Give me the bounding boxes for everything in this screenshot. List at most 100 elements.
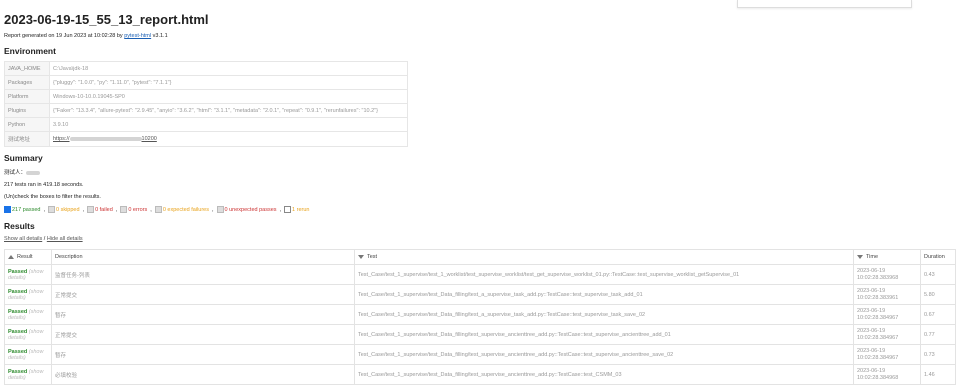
time-cell: 2023-06-19 10:02:28.383968 bbox=[853, 264, 921, 285]
description-cell: 必填校验 bbox=[51, 364, 355, 385]
time-date: 2023-06-19 bbox=[857, 287, 886, 294]
table-row[interactable]: Passed (show details) 暂存 Test_Case/test_1… bbox=[4, 304, 956, 325]
separator: , bbox=[279, 206, 282, 213]
details-label: details) bbox=[8, 314, 26, 321]
col-test[interactable]: Test bbox=[354, 249, 854, 265]
show-all-details-link[interactable]: Show all details bbox=[4, 236, 42, 242]
show-details-link[interactable]: (show bbox=[29, 289, 44, 295]
filter-rerun[interactable]: 1 rerun bbox=[284, 206, 309, 213]
env-row: Packages {"pluggy": "1.0.0", "py": "1.11.… bbox=[4, 75, 408, 90]
filter-errors[interactable]: 0 errors bbox=[120, 206, 147, 213]
details-label: details) bbox=[8, 334, 26, 341]
time-clock: 10:02:28.383968 bbox=[857, 274, 899, 281]
show-details-link[interactable]: (show bbox=[29, 269, 44, 275]
result-cell: Passed (show details) bbox=[4, 264, 52, 285]
separator: , bbox=[82, 206, 85, 213]
time-clock: 10:02:28.384968 bbox=[857, 374, 899, 381]
filter-passed[interactable]: 217 passed bbox=[4, 206, 40, 213]
filter-label: 0 unexpected passes bbox=[224, 206, 277, 213]
result-cell: Passed (show details) bbox=[4, 344, 52, 365]
test-count: 217 tests ran in 419.18 seconds. bbox=[4, 182, 84, 188]
time-date: 2023-06-19 bbox=[857, 267, 886, 274]
description-cell: 监督任务-列表 bbox=[51, 264, 355, 285]
filter-label: 217 passed bbox=[12, 206, 41, 213]
filter-xpassed[interactable]: 0 unexpected passes bbox=[216, 206, 277, 213]
results-heading: Results bbox=[4, 221, 35, 231]
col-time[interactable]: Time bbox=[853, 249, 921, 265]
separator: , bbox=[150, 206, 152, 213]
test-cell: Test_Case/test_1_supervise/test_Data_fil… bbox=[354, 344, 854, 365]
time-clock: 10:02:28.384967 bbox=[857, 334, 899, 341]
table-row[interactable]: Passed (show details) 正常提交 Test_Case/test… bbox=[4, 324, 956, 345]
env-row: Python 3.9.10 bbox=[4, 117, 408, 132]
separator: , bbox=[43, 206, 45, 213]
redacted-blur bbox=[69, 136, 142, 141]
description-cell: 正常提交 bbox=[51, 284, 355, 305]
test-address-link[interactable]: https:// 10200 bbox=[53, 136, 157, 142]
filter-label: 0 skipped bbox=[55, 206, 80, 213]
time-clock: 10:02:28.383961 bbox=[857, 294, 899, 301]
time-cell: 2023-06-19 10:02:28.384967 bbox=[853, 324, 921, 345]
generated-by: by bbox=[116, 33, 123, 39]
result-filters: 217 passed, 0 skipped, 0 failed, 0 error… bbox=[4, 206, 952, 213]
filter-xfailed[interactable]: 0 expected failures bbox=[154, 206, 209, 213]
generated-line: Report generated on 19 Jun 2023 at 10:02… bbox=[4, 33, 952, 39]
table-row[interactable]: Passed (show details) 暂存 Test_Case/test_1… bbox=[4, 344, 956, 365]
time-clock: 10:02:28.384967 bbox=[857, 314, 899, 321]
checkbox-icon[interactable] bbox=[216, 206, 224, 213]
env-row: Plugins {"Faker": "13.3.4", "allure-pytes… bbox=[4, 103, 408, 118]
details-label: details) bbox=[8, 294, 26, 301]
environment-heading: Environment bbox=[4, 46, 56, 56]
summary-heading: Summary bbox=[4, 153, 43, 163]
checkbox-icon[interactable] bbox=[284, 206, 292, 213]
checkbox-icon[interactable] bbox=[87, 206, 95, 213]
env-value: 3.9.10 bbox=[49, 117, 408, 132]
separator: , bbox=[212, 206, 214, 213]
sort-icon bbox=[358, 254, 364, 259]
table-row[interactable]: Passed (show details) 监督任务-列表 Test_Case/t… bbox=[4, 264, 956, 285]
filter-hint: (Un)check the boxes to filter the result… bbox=[4, 194, 101, 200]
col-duration[interactable]: Duration bbox=[920, 249, 956, 265]
show-details-link[interactable]: (show bbox=[29, 329, 44, 335]
dropdown-panel bbox=[737, 0, 912, 8]
show-details-link[interactable]: (show bbox=[29, 349, 44, 355]
env-value: {"Faker": "13.3.4", "allure-pytest": "2.… bbox=[49, 103, 408, 118]
page-title: 2023-06-19-15_55_13_report.html bbox=[4, 12, 209, 27]
duration-cell: 0.43 bbox=[920, 264, 956, 285]
separator: , bbox=[115, 206, 118, 213]
env-key: 测试地址 bbox=[4, 131, 50, 147]
description-cell: 暂存 bbox=[51, 344, 355, 365]
pytest-html-link[interactable]: pytest-html bbox=[124, 33, 151, 39]
test-cell: Test_Case/test_1_supervise/test_1_workli… bbox=[354, 264, 854, 285]
filter-failed[interactable]: 0 failed bbox=[87, 206, 113, 213]
checkbox-icon[interactable] bbox=[47, 206, 55, 213]
table-row[interactable]: Passed (show details) 正常提交 Test_Case/test… bbox=[4, 284, 956, 305]
result-cell: Passed (show details) bbox=[4, 304, 52, 325]
details-label: details) bbox=[8, 354, 26, 361]
show-details-link[interactable]: (show bbox=[29, 369, 44, 375]
details-label: details) bbox=[8, 274, 26, 281]
result-cell: Passed (show details) bbox=[4, 324, 52, 345]
url-prefix: https:// bbox=[53, 136, 70, 142]
col-label: Description bbox=[55, 254, 83, 260]
filter-label: 0 expected failures bbox=[162, 206, 209, 213]
time-date: 2023-06-19 bbox=[857, 327, 886, 334]
checkbox-icon[interactable] bbox=[154, 206, 162, 213]
env-value: Windows-10-10.0.19045-SP0 bbox=[49, 89, 408, 104]
env-value: {"pluggy": "1.0.0", "py": "1.11.0", "pyt… bbox=[49, 75, 408, 90]
filter-label: 0 errors bbox=[128, 206, 148, 213]
col-label: Duration bbox=[924, 254, 945, 260]
filter-skipped[interactable]: 0 skipped bbox=[47, 206, 80, 213]
filter-label: 1 rerun bbox=[292, 206, 310, 213]
col-label: Time bbox=[866, 254, 879, 260]
duration-cell: 5.80 bbox=[920, 284, 956, 305]
col-result[interactable]: Result bbox=[4, 249, 52, 265]
table-row[interactable]: Passed (show details) 必填校验 Test_Case/test… bbox=[4, 364, 956, 385]
col-description[interactable]: Description bbox=[51, 249, 355, 265]
test-cell: Test_Case/test_1_supervise/test_Data_fil… bbox=[354, 324, 854, 345]
show-details-link[interactable]: (show bbox=[29, 309, 44, 315]
checkbox-icon[interactable] bbox=[120, 206, 128, 213]
checkbox-icon[interactable] bbox=[4, 206, 11, 213]
results-header-row: Result Description Test Time Duration bbox=[4, 249, 956, 265]
hide-all-details-link[interactable]: Hide all details bbox=[47, 236, 83, 242]
